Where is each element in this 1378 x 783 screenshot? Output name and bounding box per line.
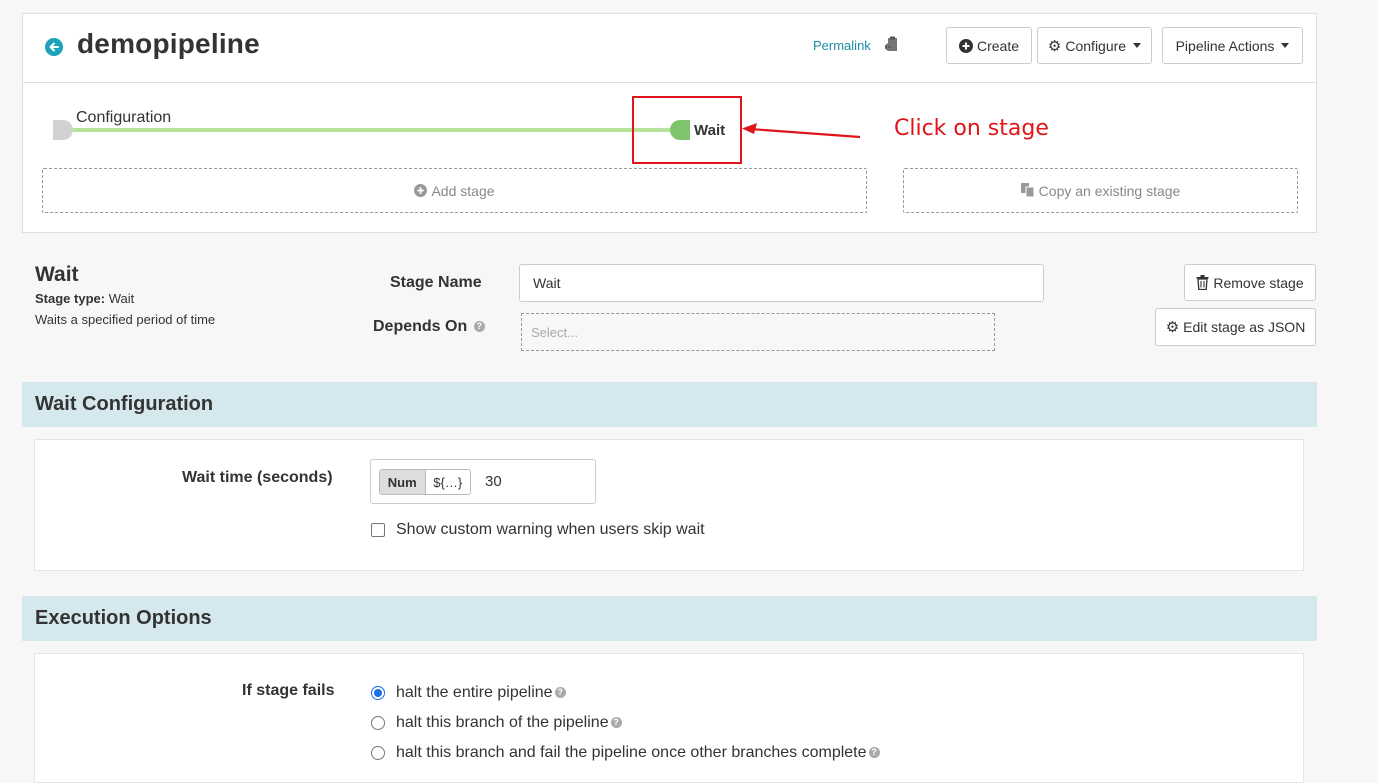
wait-configuration-header[interactable]: Wait Configuration bbox=[22, 382, 1317, 427]
wait-configuration-body bbox=[34, 439, 1304, 571]
if-stage-fails-label: If stage fails bbox=[242, 682, 335, 699]
permalink-link[interactable]: Permalink bbox=[813, 38, 871, 53]
stage-name-label: Stage Name bbox=[390, 274, 482, 291]
num-expression-toggle: Num ${…} bbox=[379, 469, 471, 495]
annotation-text: Click on stage bbox=[894, 116, 1049, 141]
option-label: halt the entire pipeline bbox=[396, 684, 553, 701]
plus-circle-icon bbox=[414, 184, 428, 197]
custom-warning-checkbox[interactable] bbox=[371, 523, 385, 537]
edit-stage-json-label: Edit stage as JSON bbox=[1183, 319, 1306, 335]
annotation-highlight-box bbox=[632, 96, 742, 164]
radio-button[interactable] bbox=[371, 746, 385, 760]
gear-icon: ⚙ bbox=[1047, 37, 1062, 55]
radio-button[interactable] bbox=[371, 716, 385, 730]
copy-stage-label: Copy an existing stage bbox=[1038, 182, 1181, 199]
configuration-node[interactable] bbox=[53, 120, 73, 140]
depends-on-select[interactable]: Select... bbox=[521, 313, 995, 351]
wait-time-input[interactable]: 30 bbox=[485, 473, 502, 490]
page-title: demopipeline bbox=[77, 28, 260, 59]
stage-type: Stage type: Wait bbox=[35, 291, 134, 306]
copy-clipboard-icon[interactable] bbox=[883, 36, 901, 59]
stage-heading: Wait bbox=[35, 263, 79, 286]
remove-stage-label: Remove stage bbox=[1213, 274, 1304, 291]
stage-name-input[interactable]: Wait bbox=[519, 264, 1044, 302]
chevron-down-icon bbox=[1281, 43, 1290, 48]
stage-type-value: Wait bbox=[108, 291, 135, 306]
pipeline-actions-label: Pipeline Actions bbox=[1175, 37, 1275, 54]
trash-icon bbox=[1196, 275, 1209, 290]
remove-stage-button[interactable]: Remove stage bbox=[1184, 264, 1316, 301]
help-icon[interactable]: ? bbox=[610, 717, 622, 729]
fail-option-halt-branch[interactable]: halt this branch of the pipeline? bbox=[371, 714, 622, 732]
fail-option-halt-pipeline[interactable]: halt the entire pipeline? bbox=[371, 684, 566, 702]
copy-files-icon bbox=[1020, 183, 1035, 198]
custom-warning-row[interactable]: Show custom warning when users skip wait bbox=[371, 521, 705, 539]
execution-options-body bbox=[34, 653, 1304, 783]
configure-button-label: Configure bbox=[1065, 37, 1127, 54]
help-icon[interactable]: ? bbox=[554, 687, 566, 699]
annotation-arrow-icon bbox=[742, 123, 861, 139]
copy-existing-stage-button[interactable]: Copy an existing stage bbox=[903, 168, 1298, 213]
radio-button[interactable] bbox=[371, 686, 385, 700]
help-icon[interactable]: ? bbox=[868, 747, 880, 759]
add-stage-label: Add stage bbox=[431, 182, 495, 199]
back-arrow-icon[interactable] bbox=[45, 38, 63, 56]
num-toggle-button[interactable]: Num bbox=[380, 470, 426, 494]
plus-circle-icon bbox=[958, 38, 973, 53]
wait-time-label: Wait time (seconds) bbox=[182, 469, 333, 486]
help-icon[interactable]: ? bbox=[473, 321, 485, 333]
stage-description: Waits a specified period of time bbox=[35, 312, 216, 327]
chevron-down-icon bbox=[1133, 43, 1142, 48]
depends-on-label-text: Depends On bbox=[373, 318, 468, 335]
pipeline-graph-line bbox=[71, 128, 683, 132]
fail-option-halt-branch-fail-pipeline[interactable]: halt this branch and fail the pipeline o… bbox=[371, 744, 880, 762]
edit-stage-json-button[interactable]: ⚙ Edit stage as JSON bbox=[1155, 308, 1316, 346]
pipeline-actions-button[interactable]: Pipeline Actions bbox=[1162, 27, 1303, 64]
execution-options-header[interactable]: Execution Options bbox=[22, 596, 1317, 641]
header-bar: demopipeline Permalink Create ⚙ Configur… bbox=[23, 14, 1316, 83]
wait-time-input-group: Num ${…} 30 bbox=[370, 459, 596, 504]
create-button-label: Create bbox=[976, 37, 1020, 54]
depends-on-label: Depends On ? bbox=[373, 318, 485, 336]
stage-type-label: Stage type: bbox=[35, 291, 106, 306]
custom-warning-label: Show custom warning when users skip wait bbox=[396, 521, 705, 538]
create-button[interactable]: Create bbox=[946, 27, 1032, 64]
configure-button[interactable]: ⚙ Configure bbox=[1037, 27, 1152, 64]
gear-icon: ⚙ bbox=[1165, 319, 1180, 336]
expression-toggle-button[interactable]: ${…} bbox=[426, 470, 471, 494]
option-label: halt this branch of the pipeline bbox=[396, 714, 609, 731]
option-label: halt this branch and fail the pipeline o… bbox=[396, 744, 867, 761]
configuration-node-label[interactable]: Configuration bbox=[76, 109, 171, 127]
add-stage-button[interactable]: Add stage bbox=[42, 168, 867, 213]
